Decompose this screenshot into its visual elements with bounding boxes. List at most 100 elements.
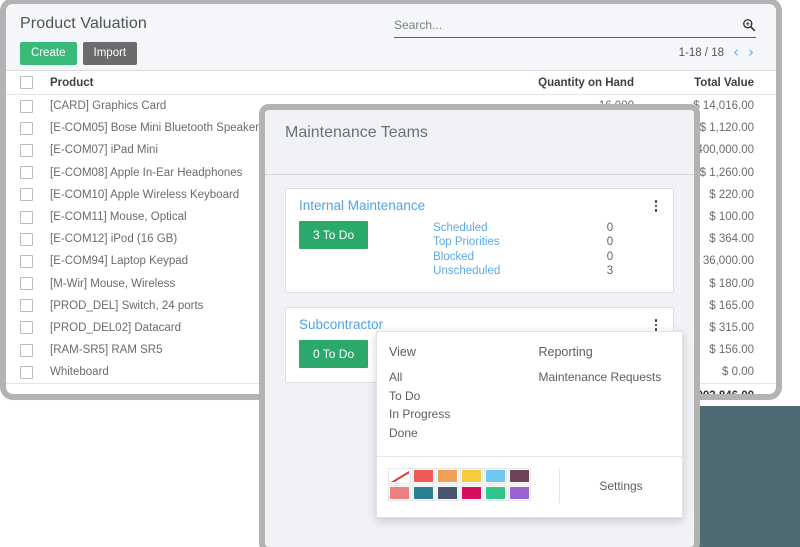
row-select-cell	[6, 139, 50, 161]
select-all-cell	[6, 71, 50, 95]
select-all-checkbox[interactable]	[20, 76, 33, 89]
color-picker	[377, 469, 560, 503]
search-input[interactable]	[394, 18, 724, 32]
column-header-product: Product	[50, 71, 434, 95]
menu-item-view[interactable]: To Do	[389, 387, 533, 406]
kebab-menu-icon[interactable]	[649, 198, 663, 214]
table-header-row: Product Quantity on Hand Total Value	[6, 71, 776, 95]
page-title: Product Valuation	[20, 15, 147, 32]
pagination-range: 1-18 / 18	[678, 46, 724, 59]
row-checkbox[interactable]	[20, 232, 33, 246]
stat-row: Blocked 0	[433, 250, 613, 264]
stat-label-blocked[interactable]: Blocked	[433, 250, 474, 264]
row-checkbox[interactable]	[20, 143, 33, 157]
stat-value-blocked: 0	[606, 250, 614, 263]
action-buttons: Create Import	[20, 42, 138, 66]
row-checkbox[interactable]	[20, 343, 33, 357]
team-name-link[interactable]: Subcontractor	[299, 317, 383, 332]
row-checkbox[interactable]	[20, 299, 33, 313]
stat-row: Scheduled 0	[433, 221, 613, 235]
todo-badge[interactable]: 0 To Do	[299, 340, 369, 369]
menu-item-view[interactable]: In Progress	[389, 405, 533, 424]
menu-column-view: View All To Do In Progress Done	[377, 345, 533, 442]
row-select-cell	[6, 339, 50, 361]
row-checkbox[interactable]	[20, 166, 33, 180]
row-select-cell	[6, 250, 50, 272]
row-checkbox[interactable]	[20, 277, 33, 291]
team-card-body: 3 To Do Scheduled 0 Top Priorities 0 Blo…	[286, 214, 673, 292]
stat-label-scheduled[interactable]: Scheduled	[433, 221, 487, 235]
row-select-cell	[6, 95, 50, 118]
team-stats: Scheduled 0 Top Priorities 0 Blocked 0 U…	[433, 221, 660, 278]
color-swatch[interactable]	[509, 486, 530, 500]
total-spacer-check	[6, 383, 50, 394]
color-swatch[interactable]	[413, 486, 434, 500]
menu-heading-view: View	[389, 345, 416, 359]
stat-label-top-priorities[interactable]: Top Priorities	[433, 235, 499, 249]
menu-bottom-section: Settings	[377, 457, 682, 517]
row-checkbox[interactable]	[20, 99, 33, 113]
settings-menu-item[interactable]: Settings	[560, 479, 682, 493]
maintenance-title: Maintenance Teams	[285, 124, 428, 141]
stat-value-top-priorities: 0	[606, 236, 614, 249]
menu-heading-reporting: Reporting	[538, 345, 593, 359]
todo-badge[interactable]: 3 To Do	[299, 221, 369, 249]
color-swatch[interactable]	[389, 486, 410, 500]
color-swatch-row	[389, 469, 559, 483]
color-swatch[interactable]	[461, 486, 482, 500]
color-swatch[interactable]	[485, 486, 506, 500]
color-swatch-row	[389, 486, 559, 500]
row-checkbox[interactable]	[20, 188, 33, 202]
menu-item-view[interactable]: Done	[389, 424, 533, 443]
team-card-internal-maintenance: Internal Maintenance 3 To Do Scheduled 0…	[285, 188, 674, 294]
row-checkbox[interactable]	[20, 321, 33, 335]
table-header: Product Quantity on Hand Total Value	[6, 71, 776, 95]
menu-item-reporting[interactable]: Maintenance Requests	[539, 368, 683, 387]
team-name-link[interactable]: Internal Maintenance	[299, 198, 425, 213]
team-card-header: Subcontractor	[286, 308, 673, 333]
pagination: 1-18 / 18 ‹ ›	[679, 45, 754, 60]
row-select-cell	[6, 361, 50, 384]
row-select-cell	[6, 273, 50, 295]
row-checkbox[interactable]	[20, 121, 33, 135]
product-valuation-header: Product Valuation Create Import 1-18 / 1…	[6, 4, 776, 71]
row-select-cell	[6, 317, 50, 339]
row-select-cell	[6, 162, 50, 184]
color-swatch[interactable]	[437, 469, 458, 483]
import-button[interactable]: Import	[82, 42, 138, 66]
row-checkbox[interactable]	[20, 210, 33, 224]
row-select-cell	[6, 295, 50, 317]
column-header-total: Total Value	[634, 71, 776, 95]
menu-column-reporting: Reporting Maintenance Requests	[533, 345, 683, 442]
color-swatch[interactable]	[485, 469, 506, 483]
color-swatch[interactable]	[437, 486, 458, 500]
row-select-cell	[6, 206, 50, 228]
color-swatch[interactable]	[461, 469, 482, 483]
row-checkbox[interactable]	[20, 365, 33, 379]
color-swatch[interactable]	[509, 469, 530, 483]
color-swatch[interactable]	[413, 469, 434, 483]
row-select-cell	[6, 228, 50, 250]
team-card-header: Internal Maintenance	[286, 189, 673, 214]
search-bar[interactable]	[394, 18, 756, 38]
create-button[interactable]: Create	[20, 42, 77, 66]
search-icon[interactable]	[742, 18, 756, 32]
menu-item-view[interactable]: All	[389, 368, 533, 387]
chevron-right-icon[interactable]: ›	[748, 45, 754, 60]
chevron-left-icon[interactable]: ‹	[733, 45, 739, 60]
row-checkbox[interactable]	[20, 254, 33, 268]
stat-row: Unscheduled 3	[433, 264, 613, 278]
menu-items-view: All To Do In Progress Done	[389, 368, 533, 442]
menu-top-section: View All To Do In Progress Done Reporting M…	[377, 332, 682, 457]
stat-value-scheduled: 0	[606, 222, 614, 234]
stat-row: Top Priorities 0	[433, 235, 613, 249]
team-context-menu: View All To Do In Progress Done Reporting M…	[376, 331, 683, 518]
stat-label-unscheduled[interactable]: Unscheduled	[433, 264, 500, 278]
row-select-cell	[6, 117, 50, 139]
maintenance-header: Maintenance Teams	[265, 110, 694, 175]
row-select-cell	[6, 184, 50, 206]
color-swatch-none[interactable]	[389, 469, 410, 483]
stat-value-unscheduled: 3	[606, 264, 614, 277]
column-header-quantity: Quantity on Hand	[434, 71, 634, 95]
menu-items-reporting: Maintenance Requests	[539, 368, 683, 387]
